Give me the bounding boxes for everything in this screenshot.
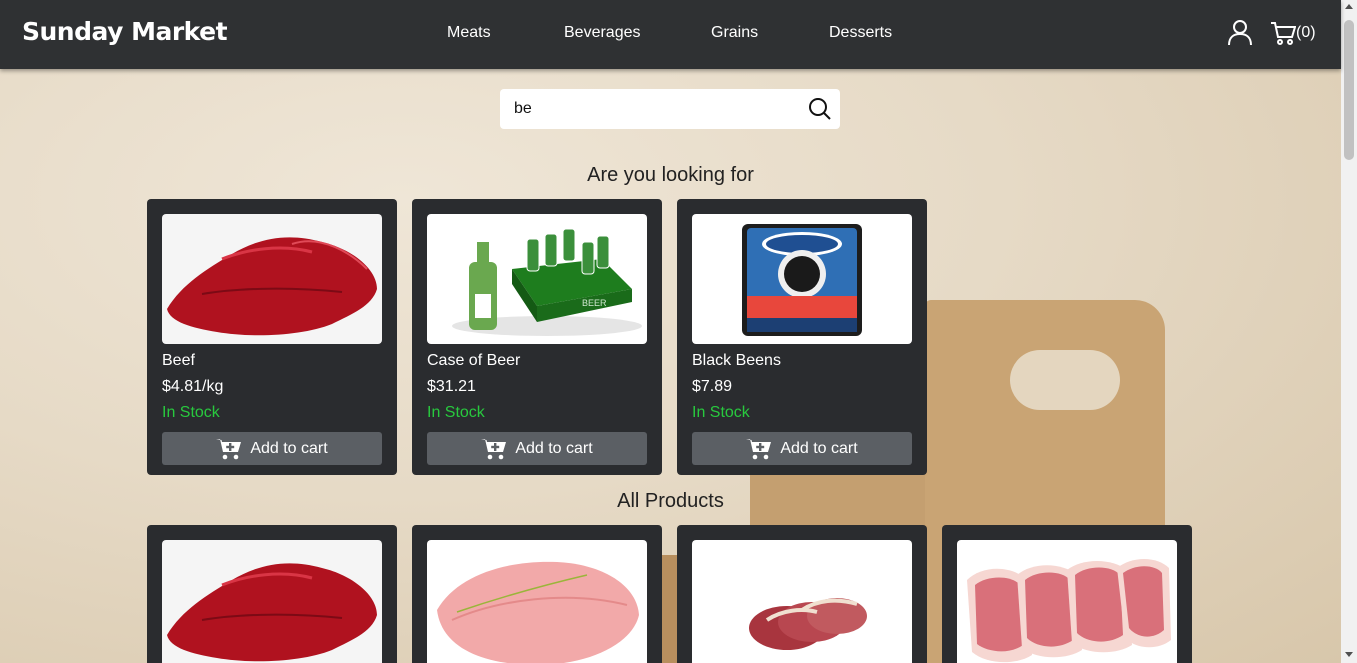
scroll-down-arrow-icon[interactable] xyxy=(1345,652,1353,657)
product-card-black-beans: Black Beens $7.89 In Stock Add to cart xyxy=(677,199,927,475)
product-image-duck-breast[interactable] xyxy=(692,540,912,663)
add-to-cart-label: Add to cart xyxy=(515,439,593,457)
site-logo[interactable]: Sunday Market xyxy=(22,17,228,46)
product-price: $31.21 xyxy=(427,378,476,395)
product-name[interactable]: Case of Beer xyxy=(427,352,520,370)
add-to-cart-button[interactable]: Add to cart xyxy=(162,432,382,465)
product-name[interactable]: Black Beens xyxy=(692,352,781,370)
product-card xyxy=(677,525,927,663)
search-bar xyxy=(500,89,840,129)
beer-image: BEER xyxy=(452,228,642,336)
scrollbar-thumb[interactable] xyxy=(1344,20,1354,160)
product-image-beef[interactable] xyxy=(162,540,382,663)
user-icon[interactable] xyxy=(1228,20,1252,46)
cardboard-box-handle xyxy=(1010,350,1120,410)
all-products-title: All Products xyxy=(617,490,724,512)
search-icon[interactable] xyxy=(808,97,832,121)
add-to-cart-label: Add to cart xyxy=(250,439,328,457)
search-input[interactable] xyxy=(514,97,794,121)
product-card-beer: BEER Case of Beer $31.21 In Stock Add to… xyxy=(412,199,662,475)
product-name[interactable]: Beef xyxy=(162,352,195,370)
product-image-pork-chops[interactable] xyxy=(957,540,1177,663)
vertical-scrollbar[interactable] xyxy=(1341,0,1357,663)
add-to-cart-button[interactable]: Add to cart xyxy=(427,432,647,465)
chicken-breast-image xyxy=(437,561,639,663)
add-to-cart-icon xyxy=(746,438,772,459)
pork-chops-image xyxy=(967,559,1171,663)
cart-button[interactable]: (0) xyxy=(1270,20,1316,46)
beef-image xyxy=(167,563,377,662)
nav-meats[interactable]: Meats xyxy=(447,24,491,42)
product-card-beef: Beef $4.81/kg In Stock Add to cart xyxy=(147,199,397,475)
stock-status: In Stock xyxy=(692,404,750,421)
beef-image xyxy=(167,237,377,336)
nav-grains[interactable]: Grains xyxy=(711,24,758,42)
product-image-black-beans[interactable] xyxy=(692,214,912,344)
product-image-beer[interactable]: BEER xyxy=(427,214,647,344)
product-price: $7.89 xyxy=(692,378,733,395)
stock-status: In Stock xyxy=(162,404,220,421)
add-to-cart-icon xyxy=(481,438,507,459)
svg-text:BEER: BEER xyxy=(582,298,607,308)
product-image-chicken-breast[interactable] xyxy=(427,540,647,663)
product-card xyxy=(942,525,1192,663)
product-image-beef[interactable] xyxy=(162,214,382,344)
black-beans-image xyxy=(742,224,862,336)
cart-icon xyxy=(1271,22,1296,45)
nav-desserts[interactable]: Desserts xyxy=(829,24,892,42)
suggestions-title: Are you looking for xyxy=(587,164,754,186)
add-to-cart-label: Add to cart xyxy=(780,439,858,457)
navbar: Sunday Market Meats Beverages Grains Des… xyxy=(0,0,1341,69)
add-to-cart-icon xyxy=(216,438,242,459)
scroll-up-arrow-icon[interactable] xyxy=(1345,4,1353,9)
cart-count: (0) xyxy=(1296,24,1316,41)
product-price: $4.81/kg xyxy=(162,378,224,395)
stock-status: In Stock xyxy=(427,404,485,421)
add-to-cart-button[interactable]: Add to cart xyxy=(692,432,912,465)
product-card xyxy=(412,525,662,663)
duck-breast-image xyxy=(749,598,867,650)
product-card xyxy=(147,525,397,663)
nav-beverages[interactable]: Beverages xyxy=(564,24,641,42)
